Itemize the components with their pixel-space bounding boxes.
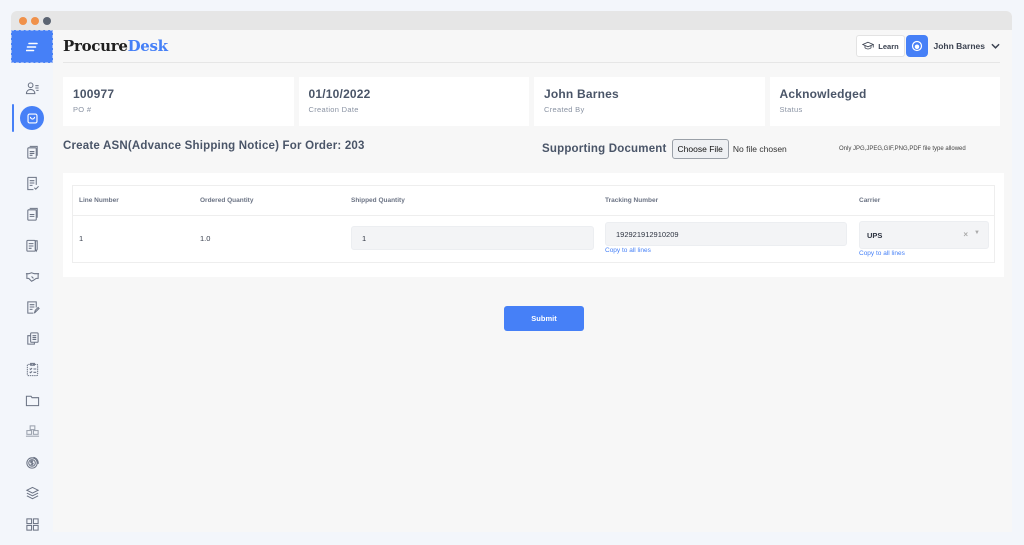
sidebar-item-users[interactable] [11, 76, 53, 100]
tracking-number-input[interactable]: 192921912910209 [605, 222, 847, 246]
table-header: Line Number Ordered Quantity Shipped Qua… [73, 186, 994, 216]
header-shipped-quantity: Shipped Quantity [351, 197, 405, 204]
creation-date-card: 01/10/2022 Creation Date [298, 77, 529, 126]
copy-carrier-to-all-lines-link[interactable]: Copy to all lines [859, 250, 905, 257]
sidebar-item-orders[interactable] [11, 104, 53, 132]
header-line-number: Line Number [79, 197, 119, 204]
sidebar-item-receipts[interactable] [11, 295, 53, 319]
table-row: 1 1.0 1 192921912910209 Copy to all line… [73, 216, 994, 262]
window-minimize-dot[interactable] [31, 17, 39, 25]
sidebar-item-approvals[interactable] [11, 171, 53, 195]
po-number-value: 100977 [73, 87, 115, 101]
sidebar-item-catalog[interactable] [11, 481, 53, 505]
supporting-document: Supporting Document Choose File No file … [542, 138, 787, 160]
invoice-icon [26, 331, 39, 345]
user-avatar-icon [911, 40, 922, 52]
submit-button[interactable]: Submit [504, 306, 584, 331]
menu-icon [26, 42, 38, 51]
clear-icon[interactable]: × [963, 230, 968, 239]
sidebar-item-budget[interactable] [11, 450, 53, 474]
document-check-icon [26, 176, 39, 190]
creation-date-value: 01/10/2022 [308, 87, 371, 101]
chevron-down-icon [991, 43, 1000, 49]
sidebar-item-inventory[interactable] [11, 419, 53, 443]
logo-text-procure: Procure [63, 37, 128, 55]
learn-button[interactable]: Learn [856, 35, 905, 57]
sidebar [11, 30, 53, 532]
status-card: Acknowledged Status [769, 77, 1000, 126]
sidebar-item-requests[interactable] [11, 202, 53, 226]
graduation-cap-icon [862, 41, 875, 50]
page-title: Create ASN(Advance Shipping Notice) For … [63, 140, 365, 152]
window-maximize-dot[interactable] [43, 17, 51, 25]
user-name: John Barnes [933, 41, 986, 51]
handshake-icon [25, 271, 39, 282]
shipped-quantity-input[interactable]: 1 [351, 226, 594, 250]
line-number-cell: 1 [79, 234, 84, 243]
copy-tracking-to-all-lines-link[interactable]: Copy to all lines [605, 247, 651, 254]
folder-icon [25, 395, 39, 406]
created-by-label: Created By [544, 105, 585, 114]
po-number-label: PO # [73, 105, 92, 114]
sidebar-item-invoices[interactable] [11, 326, 53, 350]
choose-file-button[interactable]: Choose File [671, 139, 729, 159]
carrier-select[interactable]: UPS × ▼ [859, 221, 989, 249]
browser-window: ProcureDesk Learn John Barnes 100977 PO … [11, 11, 1012, 532]
file-status-text: No file chosen [732, 144, 787, 154]
ordered-quantity-cell: 1.0 [200, 234, 211, 243]
sidebar-item-files[interactable] [11, 388, 53, 412]
supporting-document-label: Supporting Document [542, 143, 667, 155]
sidebar-item-suppliers[interactable] [11, 264, 53, 288]
sidebar-item-apps[interactable] [11, 512, 53, 532]
layers-icon [25, 486, 39, 499]
user-menu[interactable]: John Barnes [905, 35, 1001, 57]
user-list-icon [25, 81, 39, 94]
creation-date-label: Creation Date [308, 105, 359, 114]
status-label: Status [779, 105, 803, 114]
created-by-value: John Barnes [544, 87, 619, 101]
document-pen-icon [26, 300, 40, 314]
po-summary: 100977 PO # 01/10/2022 Creation Date Joh… [63, 77, 1000, 126]
window-close-dot[interactable] [19, 17, 27, 25]
po-number-card: 100977 PO # [63, 77, 294, 126]
header-carrier: Carrier [859, 197, 881, 204]
file-type-hint: Only JPG,JPEG,GIF,PNG,PDF file type allo… [839, 146, 966, 152]
created-by-card: John Barnes Created By [534, 77, 765, 126]
clipboard-checklist-icon [26, 362, 38, 376]
asn-lines-table: Line Number Ordered Quantity Shipped Qua… [72, 185, 995, 263]
warehouse-icon [25, 424, 39, 437]
sidebar-item-documents[interactable] [11, 140, 53, 164]
status-value: Acknowledged [779, 87, 867, 101]
carrier-selected-value: UPS [867, 230, 883, 240]
procuredesk-logo[interactable]: ProcureDesk [63, 37, 168, 55]
document-edit-icon [25, 239, 38, 252]
header-tracking-number: Tracking Number [605, 197, 659, 204]
topbar: ProcureDesk Learn John Barnes [63, 30, 1000, 63]
coin-icon [25, 456, 39, 469]
grid-icon [25, 517, 39, 531]
sidebar-item-contracts[interactable] [11, 233, 53, 257]
header-ordered-quantity: Ordered Quantity [200, 197, 254, 204]
shopping-bag-icon [26, 112, 38, 124]
dropdown-arrow-icon[interactable]: ▼ [974, 230, 980, 236]
window-titlebar [11, 11, 1012, 30]
sidebar-item-checklists[interactable] [11, 357, 53, 381]
avatar [905, 35, 928, 57]
learn-label: Learn [878, 41, 899, 51]
document-copy-icon [26, 207, 38, 221]
menu-toggle-button[interactable] [11, 30, 53, 63]
documents-icon [26, 145, 38, 159]
asn-lines-card: Line Number Ordered Quantity Shipped Qua… [63, 173, 1004, 277]
logo-text-desk: Desk [127, 37, 169, 55]
